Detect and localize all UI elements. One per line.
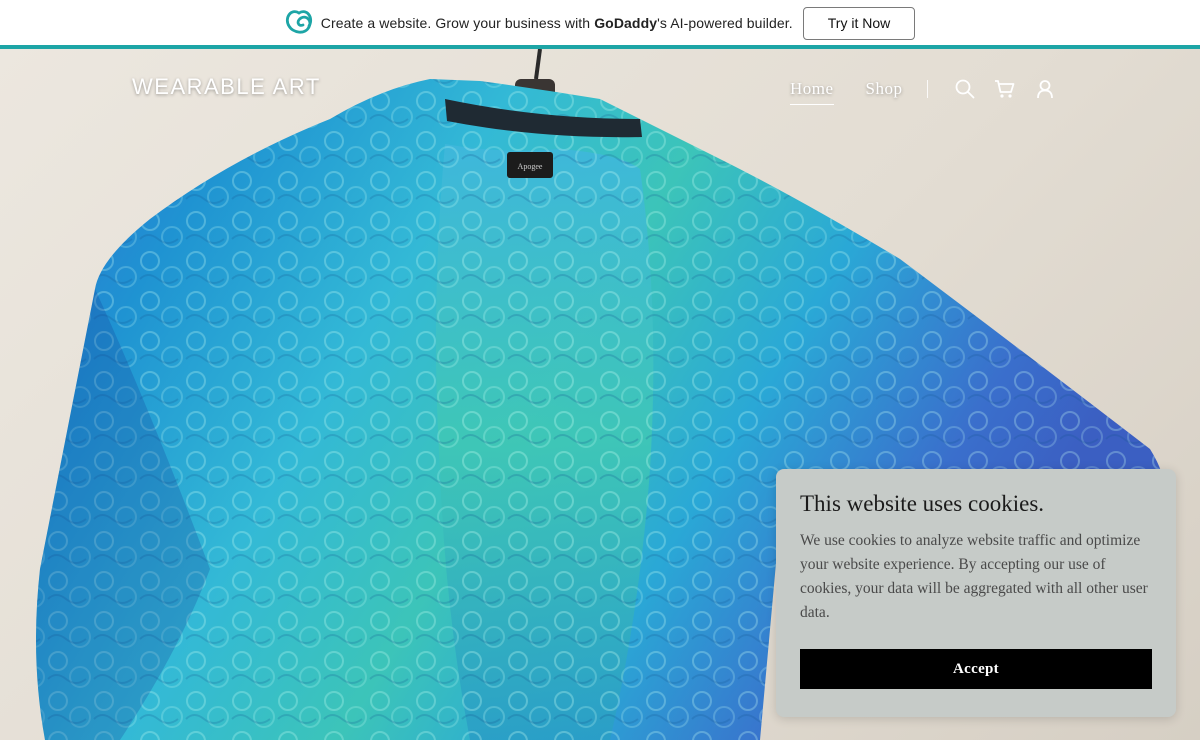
cookie-consent-card: This website uses cookies. We use cookie… bbox=[776, 469, 1176, 717]
try-it-now-button[interactable]: Try it Now bbox=[802, 6, 916, 40]
main-nav: Home Shop bbox=[790, 78, 1074, 105]
cookie-body: We use cookies to analyze website traffi… bbox=[800, 532, 1148, 621]
godaddy-logo-icon bbox=[285, 9, 313, 37]
cookie-title: This website uses cookies. bbox=[800, 491, 1045, 516]
promo-text: Create a website. Grow your business wit… bbox=[320, 15, 793, 31]
accept-cookies-button[interactable]: Accept bbox=[800, 649, 1152, 689]
nav-item-shop[interactable]: Shop bbox=[866, 79, 903, 99]
promo-brand: GoDaddy bbox=[594, 15, 658, 31]
garment-label: Apogee bbox=[518, 162, 543, 171]
nav-divider bbox=[926, 80, 928, 98]
promo-banner: Create a website. Grow your business wit… bbox=[0, 0, 1200, 46]
site-title[interactable]: WEARABLE ART bbox=[132, 74, 321, 100]
search-icon[interactable] bbox=[954, 78, 976, 100]
nav-item-home[interactable]: Home bbox=[790, 79, 834, 105]
account-icon[interactable] bbox=[1034, 78, 1056, 100]
cart-icon[interactable] bbox=[994, 78, 1016, 100]
